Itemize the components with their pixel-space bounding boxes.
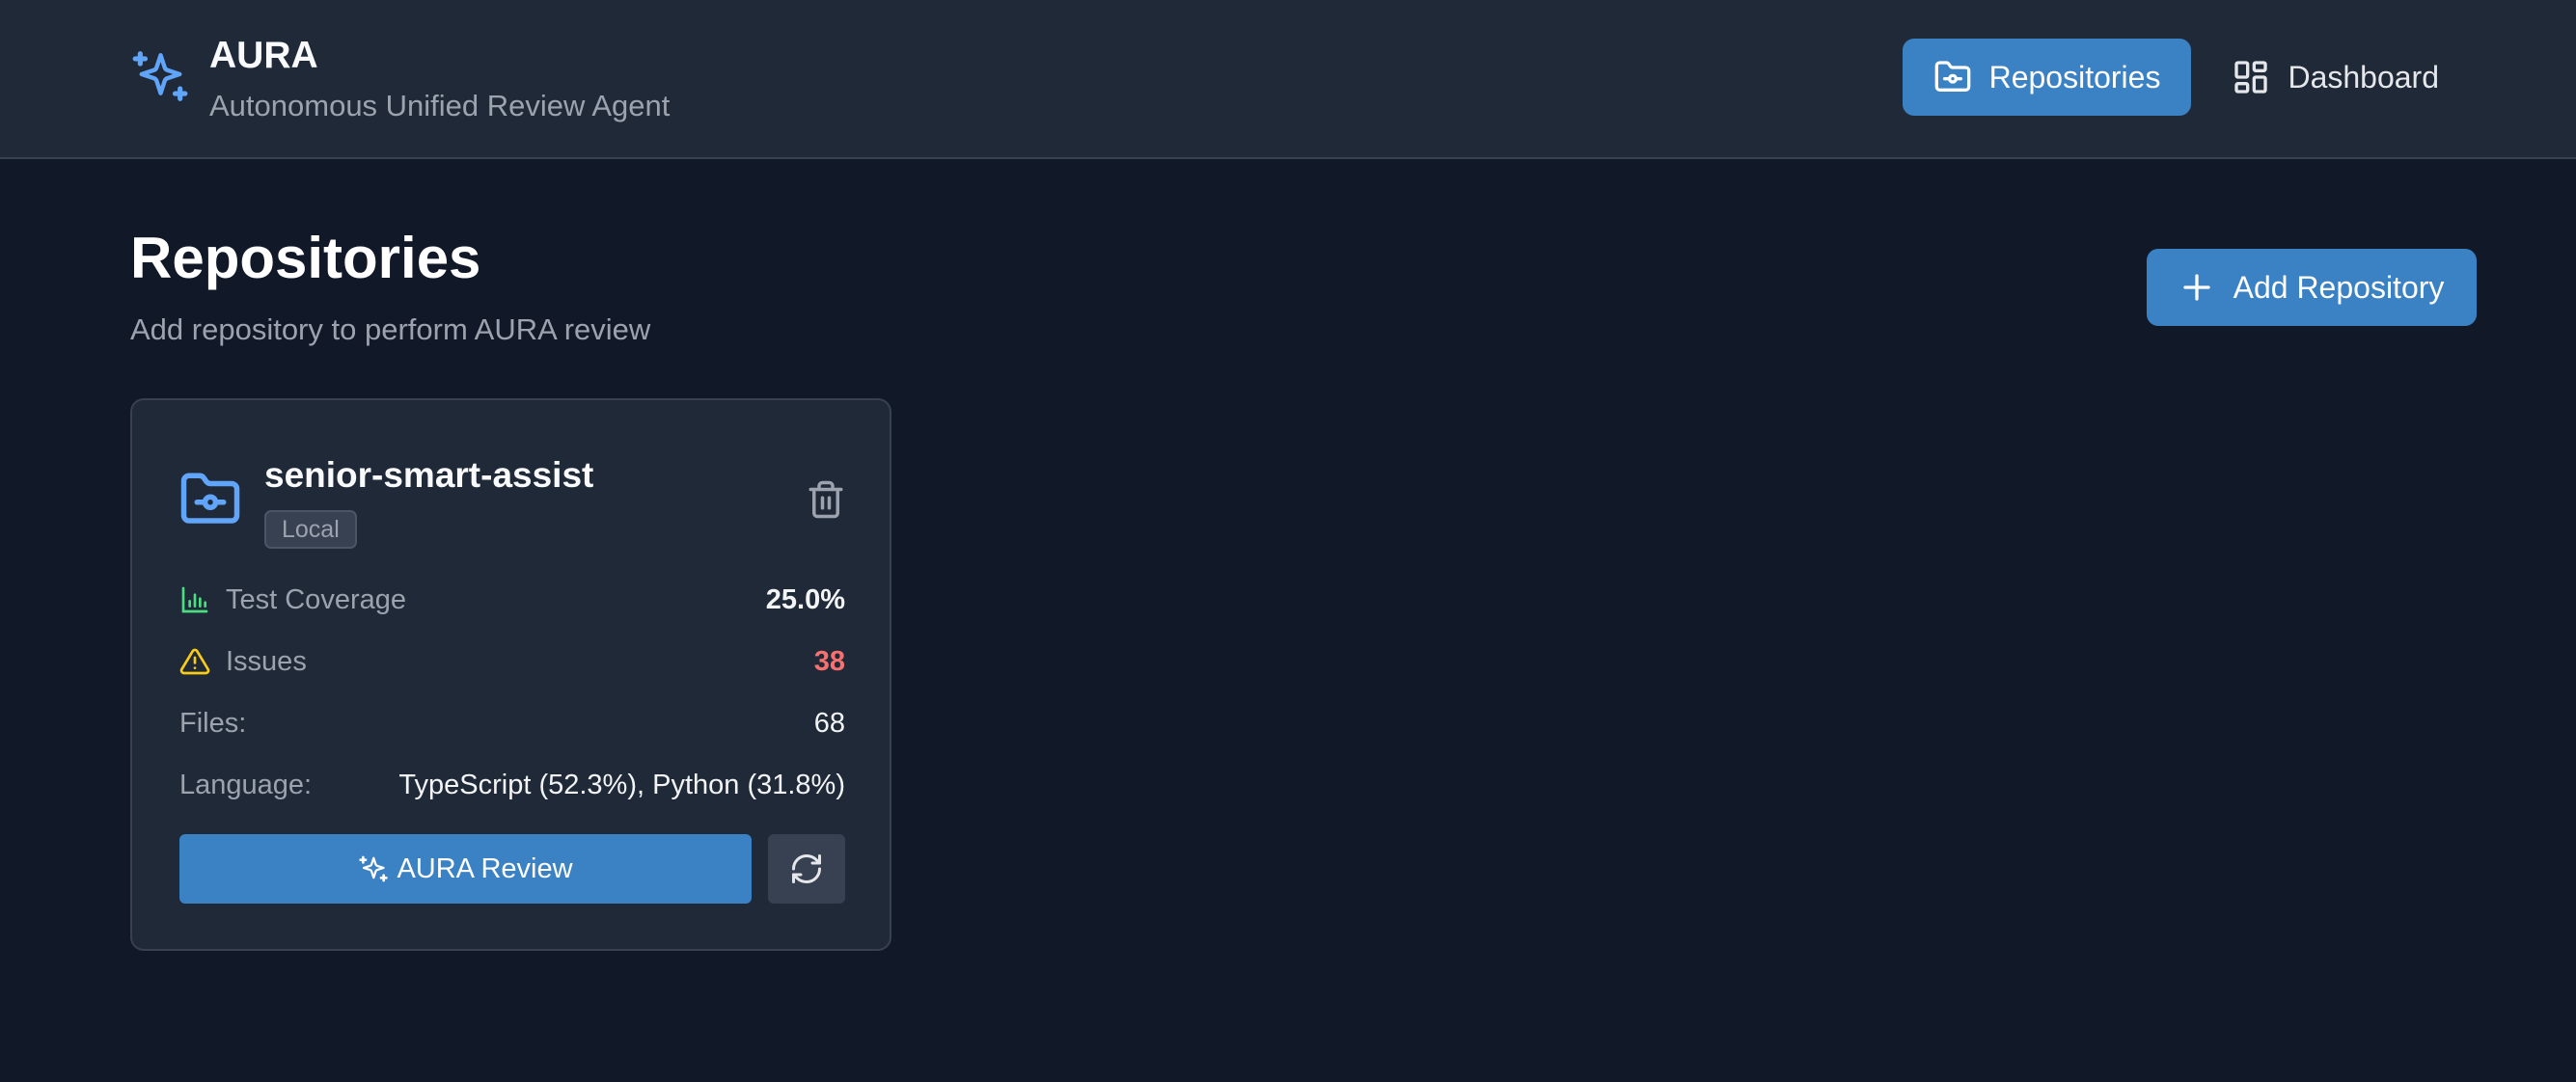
nav-repositories-button[interactable]: Repositories (1902, 39, 2192, 116)
page-subtitle: Add repository to perform AURA review (130, 312, 651, 346)
files-value: 68 (813, 707, 845, 739)
nav-repositories-label: Repositories (1988, 59, 2161, 95)
top-nav: Repositories Dashboard (1902, 39, 2470, 116)
language-value: TypeScript (52.3%), Python (31.8%) (398, 769, 845, 800)
sparkles-icon (359, 855, 389, 882)
stat-test-coverage: Test Coverage 25.0% (179, 577, 845, 623)
app-subtitle: Autonomous Unified Review Agent (209, 89, 671, 122)
sparkles-icon (132, 51, 188, 101)
refresh-button[interactable] (768, 834, 845, 904)
app-header: AURA Autonomous Unified Review Agent Rep… (0, 0, 2576, 159)
folder-git-icon (180, 473, 240, 524)
issues-label: Issues (226, 645, 307, 677)
add-repository-button[interactable]: Add Repository (2147, 249, 2477, 326)
coverage-label: Test Coverage (226, 583, 406, 615)
brand: AURA Autonomous Unified Review Agent (130, 35, 670, 123)
nav-dashboard-button[interactable]: Dashboard (2201, 39, 2470, 116)
nav-dashboard-label: Dashboard (2288, 59, 2439, 95)
stat-files: Files: 68 (179, 700, 845, 746)
layout-dashboard-icon (2234, 61, 2268, 94)
page-title: Repositories (130, 226, 481, 290)
warning-triangle-icon (179, 648, 210, 675)
folder-git-icon (1934, 61, 1970, 93)
app-title: AURA (209, 35, 318, 76)
issues-value: 38 (813, 645, 845, 677)
repository-name: senior-smart-assist (264, 455, 594, 495)
bar-chart-icon (181, 586, 208, 613)
plus-icon (2182, 274, 2210, 301)
repository-source-badge: Local (264, 510, 357, 549)
aura-review-label: AURA Review (397, 852, 573, 884)
stat-language: Language: TypeScript (52.3%), Python (31… (179, 762, 845, 808)
coverage-value: 25.0% (765, 583, 845, 615)
trash-icon[interactable] (806, 477, 846, 522)
aura-review-button[interactable]: AURA Review (179, 834, 752, 904)
refresh-icon (792, 854, 821, 883)
stat-issues: Issues 38 (179, 638, 845, 685)
language-label: Language: (179, 769, 313, 800)
add-repository-label: Add Repository (2233, 269, 2445, 305)
repository-card: senior-smart-assist Local Test Coverage … (130, 398, 891, 951)
files-label: Files: (179, 707, 247, 739)
